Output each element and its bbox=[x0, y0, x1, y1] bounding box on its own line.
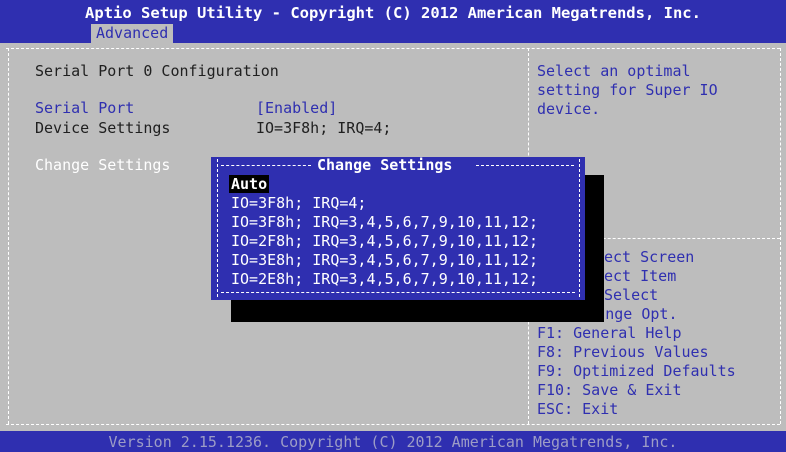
change-settings-label[interactable]: Change Settings bbox=[35, 156, 170, 175]
key-hint-esc-exit: ESC: Exit bbox=[537, 400, 619, 418]
option-io-2f8-irq-list[interactable]: IO=2F8h; IRQ=3,4,5,6,7,9,10,11,12; bbox=[231, 232, 538, 250]
help-line: device. bbox=[537, 100, 601, 118]
option-io-3e8-irq-list[interactable]: IO=3E8h; IRQ=3,4,5,6,7,9,10,11,12; bbox=[231, 251, 538, 269]
popup-border-top-right bbox=[476, 165, 574, 166]
frame-right-border bbox=[780, 48, 781, 424]
key-hint-previous-values: F8: Previous Values bbox=[537, 343, 709, 361]
popup-title: Change Settings bbox=[317, 156, 453, 174]
frame-top-border bbox=[6, 48, 780, 49]
change-settings-popup: Change Settings Auto IO=3F8h; IRQ=4; IO=… bbox=[211, 156, 585, 300]
key-hint-general-help: F1: General Help bbox=[537, 324, 682, 342]
frame-left-border bbox=[8, 48, 9, 424]
popup-border-left bbox=[217, 159, 218, 297]
option-io-3f8-irq-list[interactable]: IO=3F8h; IRQ=3,4,5,6,7,9,10,11,12; bbox=[231, 213, 538, 231]
option-label: Auto bbox=[229, 175, 270, 193]
popup-border-top-left bbox=[221, 165, 311, 166]
serial-port-label[interactable]: Serial Port bbox=[35, 99, 134, 118]
option-io-3f8-irq4[interactable]: IO=3F8h; IRQ=4; bbox=[231, 194, 366, 212]
key-hint-optimized-defaults: F9: Optimized Defaults bbox=[537, 362, 736, 380]
frame-bottom-border bbox=[6, 424, 780, 425]
app-title: Aptio Setup Utility - Copyright (C) 2012… bbox=[85, 4, 701, 22]
serial-port-value[interactable]: [Enabled] bbox=[256, 99, 337, 118]
popup-shadow-bottom bbox=[231, 300, 604, 322]
key-hint-save-exit: F10: Save & Exit bbox=[537, 381, 682, 399]
key-hint-select-screen: ect Screen bbox=[604, 248, 695, 266]
option-auto[interactable]: Auto bbox=[229, 175, 270, 193]
help-line: Select an optimal bbox=[537, 62, 691, 80]
version-text: Version 2.15.1236. Copyright (C) 2012 Am… bbox=[108, 433, 678, 451]
section-title: Serial Port 0 Configuration bbox=[35, 62, 279, 80]
help-line: setting for Super IO bbox=[537, 81, 718, 99]
tab-advanced[interactable]: Advanced bbox=[91, 24, 174, 43]
device-settings-label: Device Settings bbox=[35, 119, 171, 137]
key-hint-enter-select: Select bbox=[604, 286, 659, 304]
popup-border-bottom bbox=[221, 292, 575, 293]
popup-shadow-right bbox=[585, 175, 604, 306]
option-io-2e8-irq-list[interactable]: IO=2E8h; IRQ=3,4,5,6,7,9,10,11,12; bbox=[231, 270, 538, 288]
key-hint-select-item: ect Item bbox=[604, 267, 677, 285]
device-settings-value: IO=3F8h; IRQ=4; bbox=[256, 119, 392, 137]
popup-border-right bbox=[579, 159, 580, 297]
